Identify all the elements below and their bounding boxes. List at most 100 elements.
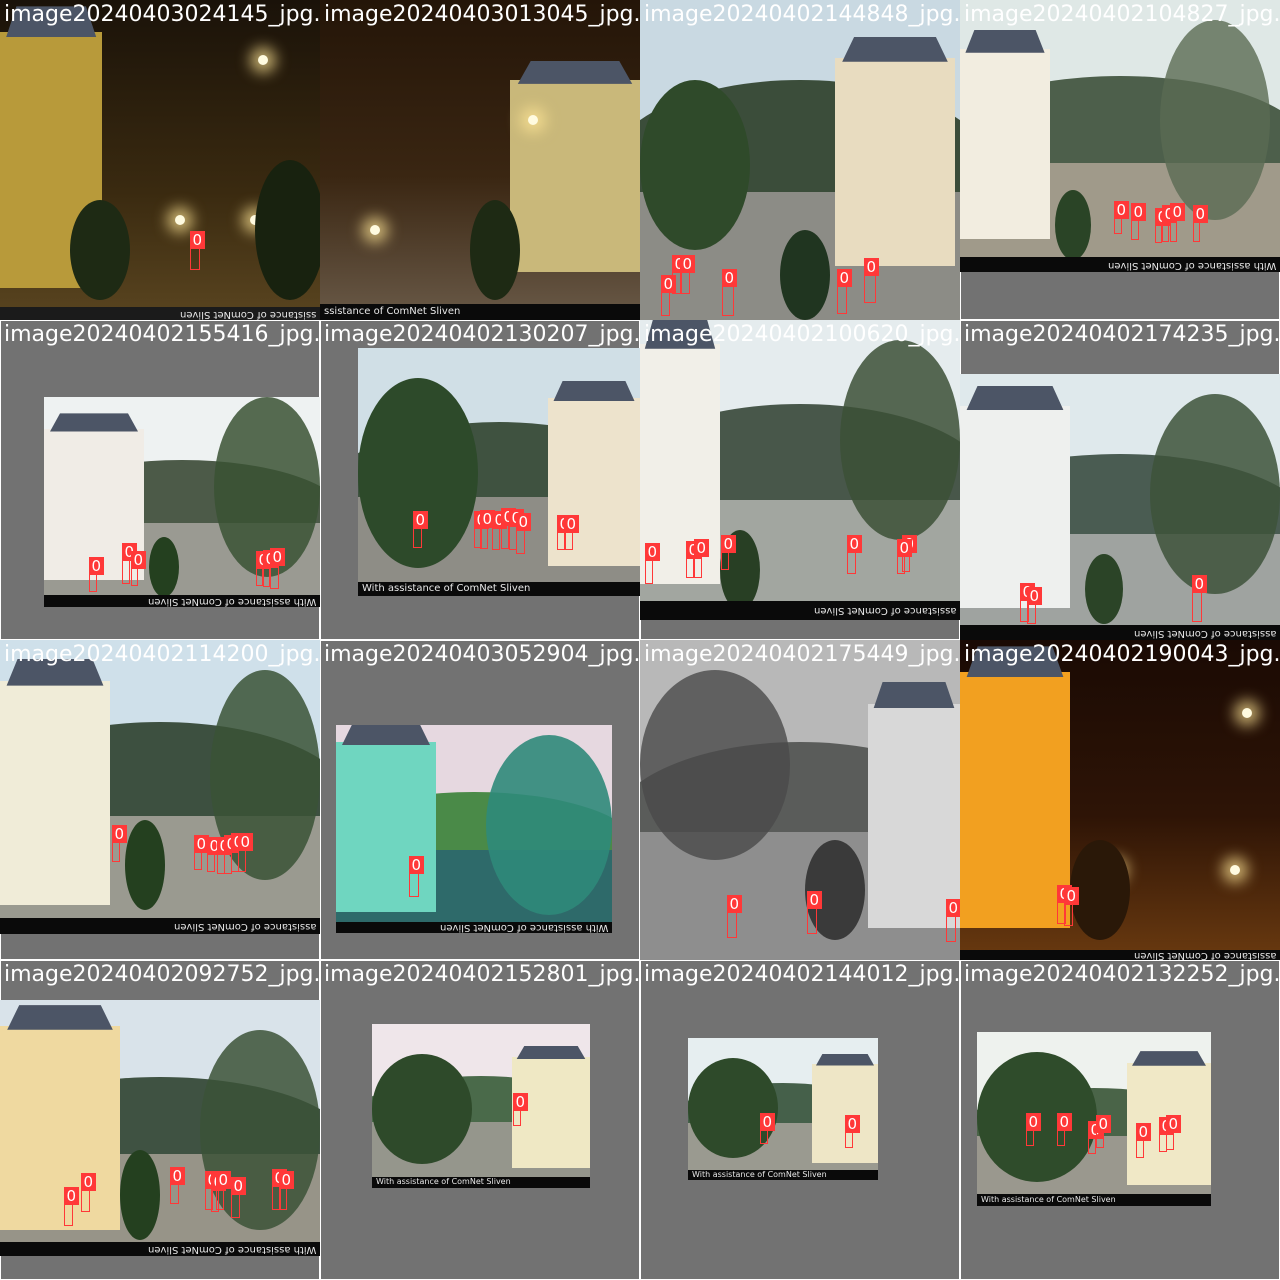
watermark: With assistance of ComNet Sliven: [439, 922, 608, 933]
person-bounding-box: 0: [846, 535, 863, 574]
class-label: 0: [269, 548, 286, 566]
mosaic-tile: assistance of ComNet Sliven 0 0 image202…: [960, 640, 1280, 960]
class-label: 0: [1165, 1115, 1182, 1133]
mosaic-tile: With assistance of ComNet Sliven 0 0 0 0…: [960, 0, 1280, 320]
person-bounding-box: 0: [720, 535, 737, 570]
class-label: 0: [1056, 1113, 1073, 1131]
class-label: 0: [945, 899, 960, 917]
person-bounding-box: 0: [206, 837, 223, 872]
scene-photo: assistance of ComNet Sliven: [960, 374, 1280, 640]
scene-photo: With assistance of ComNet Sliven: [372, 1024, 590, 1188]
mosaic-tile: 0 0 0 0 0 0 image20240402144848_jpg.rf.c…: [640, 0, 960, 320]
watermark-banner: With assistance of ComNet Sliven: [372, 1176, 590, 1188]
watermark: assistance of ComNet Sliven: [173, 920, 316, 932]
mosaic-tile: With assistance of ComNet Sliven 0 0 ima…: [640, 960, 960, 1280]
person-bounding-box: 0: [1063, 887, 1080, 926]
person-bounding-box: 0: [193, 835, 210, 870]
mosaic-tile: With assistance of ComNet Sliven 0 0 0 0…: [0, 320, 320, 640]
class-label: 0: [863, 258, 880, 276]
scene-photo: assistance of ComNet Sliven: [0, 640, 320, 934]
class-label: 0: [237, 833, 254, 851]
person-bounding-box: 0: [1191, 575, 1208, 622]
person-bounding-box: 0: [1161, 205, 1178, 242]
tile-filename: image20240402130207_jpg.rf.354...: [324, 322, 640, 347]
scene-photo: [640, 640, 960, 960]
class-label: 0: [130, 551, 147, 569]
class-label: 0: [80, 1173, 97, 1191]
person-bounding-box: 0: [80, 1173, 97, 1212]
person-bounding-box: 0: [806, 891, 823, 934]
class-label: 0: [88, 557, 105, 575]
scene-photo: With assistance of ComNet Sliven: [358, 348, 640, 596]
person-bounding-box: 0: [1113, 201, 1130, 234]
person-bounding-box: 0: [1087, 1121, 1104, 1154]
mosaic-tile: ssistance of ComNet Sliven 0 image202404…: [0, 0, 320, 320]
person-bounding-box: 0: [660, 275, 677, 316]
person-bounding-box: 0: [1095, 1115, 1112, 1148]
mosaic-tile: 0 0 0 image20240402175449_jpg.rf.5e...: [640, 640, 960, 960]
watermark: With assistance of ComNet Sliven: [147, 1243, 316, 1255]
class-label: 0: [1095, 1115, 1112, 1133]
watermark-banner: assistance of ComNet Sliven: [0, 917, 320, 934]
mosaic-tile: assistance of ComNet Sliven 0 0 0 0 0 0 …: [0, 640, 320, 960]
watermark-banner: With assistance of ComNet Sliven: [688, 1170, 878, 1180]
class-label: 0: [111, 825, 128, 843]
class-label: 0: [278, 1171, 295, 1189]
watermark-banner: With assistance of ComNet Sliven: [977, 1193, 1211, 1206]
mosaic-tile: With assistance of ComNet Sliven 0 0 0 0…: [0, 960, 320, 1280]
class-label: 0: [1113, 201, 1130, 219]
class-label: 0: [63, 1187, 80, 1205]
class-label: 0: [720, 535, 737, 553]
tile-filename: image20240402155416_jpg.rf...: [4, 322, 320, 347]
mosaic-tile: assistance of ComNet Sliven 0 0 0 0 0 0 …: [640, 320, 960, 640]
person-bounding-box: 0: [679, 255, 696, 294]
person-bounding-box: 0: [1169, 203, 1186, 242]
person-bounding-box: 0: [693, 539, 710, 578]
person-bounding-box: 0: [408, 856, 425, 897]
class-label: 0: [512, 1093, 529, 1111]
person-bounding-box: 0: [563, 515, 580, 550]
detection-mosaic: ssistance of ComNet Sliven 0 image202404…: [0, 0, 1280, 1280]
mosaic-tile: With assistance of ComNet Sliven 0 image…: [320, 640, 640, 960]
class-label: 0: [1130, 203, 1147, 221]
class-label: 0: [230, 1177, 247, 1195]
watermark-banner: With assistance of ComNet Sliven: [358, 582, 640, 596]
person-bounding-box: 0: [269, 548, 286, 589]
tile-filename: image20240402092752_jpg.rf.f8...: [4, 962, 320, 987]
person-bounding-box: 0: [215, 1171, 232, 1210]
person-bounding-box: 0: [644, 543, 661, 584]
person-bounding-box: 0: [863, 258, 880, 303]
watermark-banner: assistance of ComNet Sliven: [960, 950, 1280, 960]
class-label: 0: [679, 255, 696, 273]
scene-photo: With assistance of ComNet Sliven: [0, 1000, 320, 1256]
tile-filename: image20240402132252_jpg.rf.1e...: [964, 962, 1280, 987]
person-bounding-box: 0: [844, 1115, 861, 1148]
class-label: 0: [412, 511, 429, 529]
person-bounding-box: 0: [255, 551, 272, 586]
person-bounding-box: 0: [237, 833, 254, 872]
class-label: 0: [836, 269, 853, 287]
person-bounding-box: 0: [1135, 1123, 1152, 1158]
class-label: 0: [1192, 205, 1209, 223]
watermark: With assistance of ComNet Sliven: [1107, 259, 1276, 271]
tile-filename: image20240403052904_jpg.rf.125...: [324, 642, 640, 667]
person-bounding-box: 0: [1025, 1113, 1042, 1146]
class-label: 0: [1025, 1113, 1042, 1131]
scene-photo: With assistance of ComNet Sliven: [336, 725, 612, 933]
class-label: 0: [644, 543, 661, 561]
person-bounding-box: 0: [759, 1113, 776, 1144]
class-label: 0: [1026, 587, 1043, 605]
watermark-banner: ssistance of ComNet Sliven: [0, 307, 320, 320]
person-bounding-box: 0: [169, 1167, 186, 1204]
mosaic-tile: assistance of ComNet Sliven 0 0 0 image2…: [960, 320, 1280, 640]
watermark-banner: With assistance of ComNet Sliven: [44, 595, 320, 607]
person-bounding-box: 0: [491, 511, 508, 550]
watermark: With assistance of ComNet Sliven: [981, 1194, 1116, 1204]
watermark-banner: ssistance of ComNet Sliven: [320, 304, 640, 320]
mosaic-tile: With assistance of ComNet Sliven 0 image…: [320, 960, 640, 1280]
watermark-banner: assistance of ComNet Sliven: [960, 625, 1280, 640]
person-bounding-box: 0: [121, 543, 138, 584]
watermark: With assistance of ComNet Sliven: [692, 1170, 827, 1180]
person-bounding-box: 0: [230, 1177, 247, 1218]
class-label: 0: [844, 1115, 861, 1133]
